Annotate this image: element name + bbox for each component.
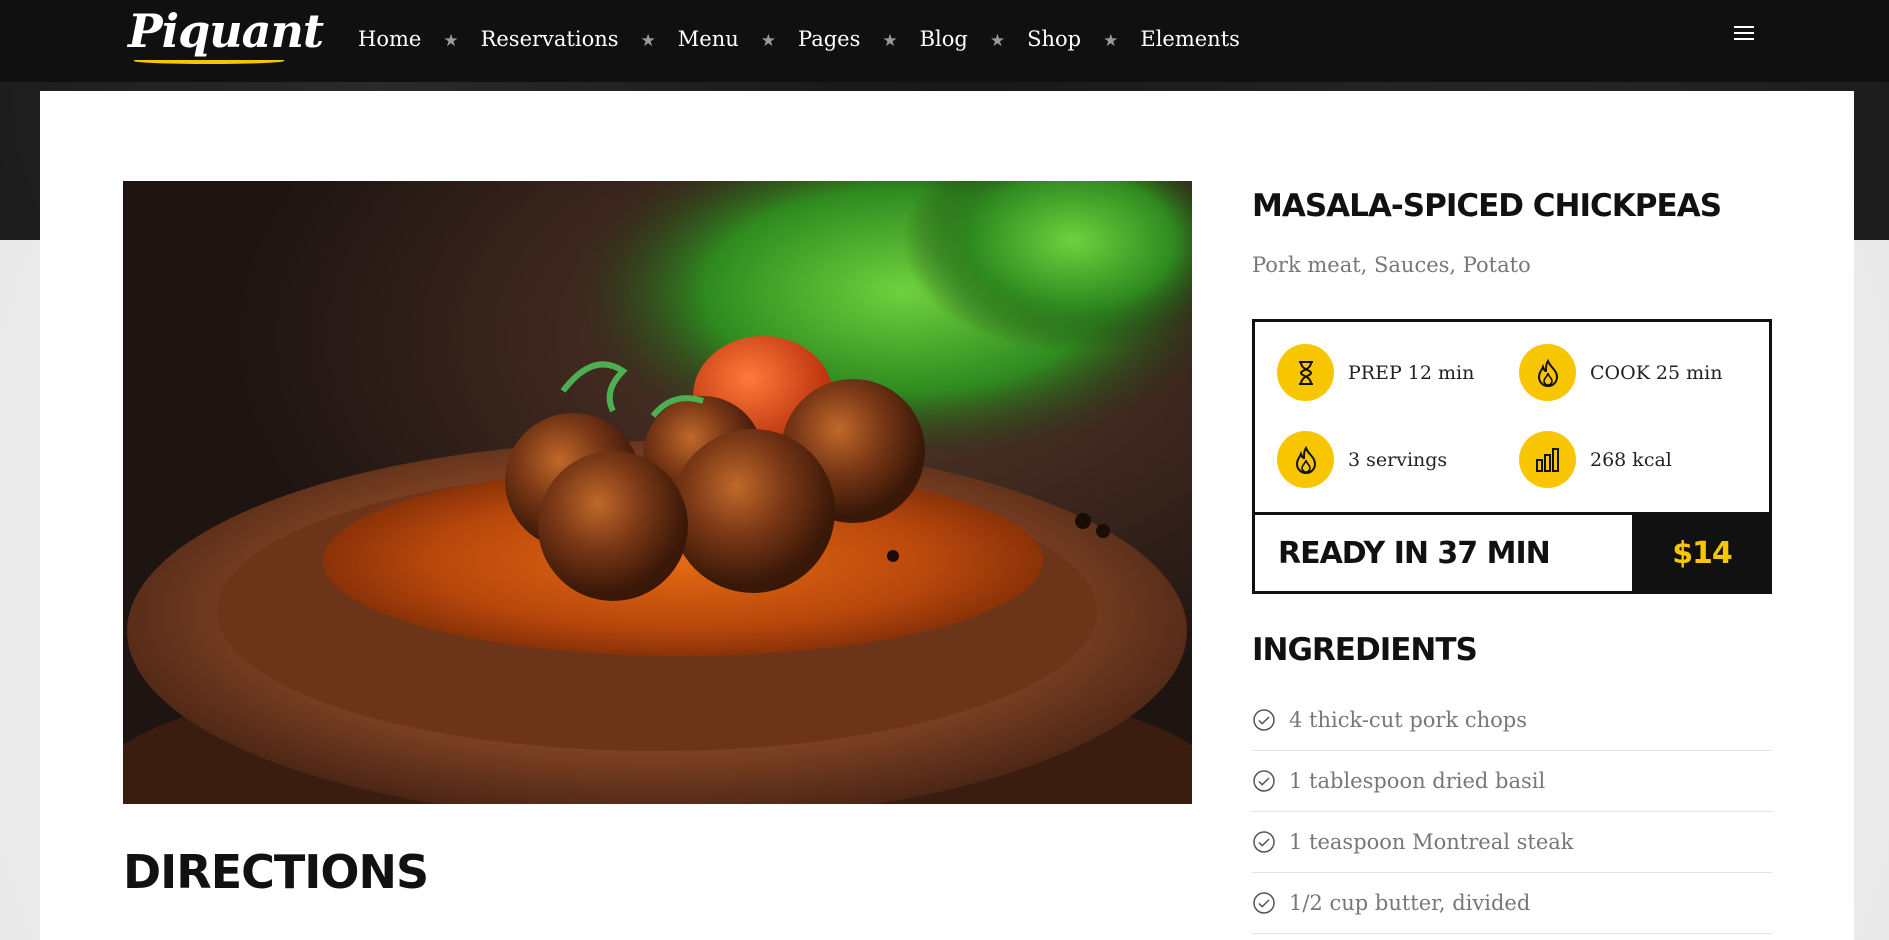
ingredients-list: 4 thick-cut pork chops 1 tablespoon drie…: [1252, 689, 1772, 934]
recipe-image: [123, 181, 1192, 804]
top-navigation-bar: Piquant Home ★ Reservations ★ Menu ★ Pag…: [0, 0, 1889, 82]
check-circle-icon: [1253, 708, 1275, 731]
site-logo[interactable]: Piquant: [128, 4, 324, 58]
check-circle-icon: [1253, 831, 1275, 853]
nav-item-reservations[interactable]: Reservations: [481, 27, 619, 51]
star-icon: ★: [1103, 31, 1119, 51]
ingredient-text: 1 tablespoon dried basil: [1289, 769, 1546, 793]
nav-item-shop[interactable]: Shop: [1027, 27, 1081, 51]
nav-item-elements[interactable]: Elements: [1140, 27, 1240, 51]
list-item: 1 teaspoon Montreal steak: [1252, 812, 1772, 873]
recipe-card: DIRECTIONS MASALA-SPICED CHICKPEAS Pork …: [40, 91, 1854, 940]
recipe-categories: Pork meat, Sauces, Potato: [1252, 253, 1531, 277]
ingredients-heading: INGREDIENTS: [1252, 632, 1478, 668]
main-nav: Home ★ Reservations ★ Menu ★ Pages ★ Blo…: [358, 22, 1240, 56]
stat-kcal: 268 kcal: [1519, 431, 1672, 488]
ingredient-text: 4 thick-cut pork chops: [1289, 707, 1528, 732]
list-item: 1/2 cup butter, divided: [1252, 873, 1772, 934]
logo-underline: [134, 58, 284, 64]
nav-item-pages[interactable]: Pages: [798, 27, 860, 51]
stat-prep: PREP 12 min: [1277, 344, 1474, 401]
stat-servings: 3 servings: [1277, 431, 1447, 488]
check-circle-icon: [1253, 770, 1275, 792]
stat-kcal-text: 268 kcal: [1590, 448, 1672, 471]
stat-cook: COOK 25 min: [1519, 344, 1722, 401]
bar-chart-icon: [1519, 431, 1576, 488]
stat-prep-text: PREP 12 min: [1348, 361, 1475, 384]
stat-servings-text: 3 servings: [1348, 448, 1448, 471]
hamburger-icon[interactable]: [1734, 26, 1756, 44]
price-badge: $14: [1632, 512, 1772, 594]
list-item: 4 thick-cut pork chops: [1252, 689, 1772, 751]
flame-icon: [1519, 344, 1576, 401]
stat-cook-text: COOK 25 min: [1590, 361, 1723, 384]
list-item: 1 tablespoon dried basil: [1252, 751, 1772, 812]
ready-in-label: READY IN 37 MIN: [1278, 536, 1551, 571]
star-icon: ★: [989, 31, 1006, 51]
nav-item-home[interactable]: Home: [358, 27, 421, 51]
ready-row: READY IN 37 MIN $14: [1255, 512, 1772, 594]
recipe-title: MASALA-SPICED CHICKPEAS: [1252, 188, 1722, 224]
recipe-info-box: PREP 12 min COOK 25 min 3 servings 268 k…: [1252, 319, 1772, 594]
star-icon: ★: [443, 31, 459, 51]
ingredient-text: 1 teaspoon Montreal steak: [1289, 830, 1574, 854]
ingredient-text: 1/2 cup butter, divided: [1289, 891, 1531, 915]
star-icon: ★: [882, 31, 898, 51]
directions-heading: DIRECTIONS: [123, 845, 429, 899]
check-circle-icon: [1253, 892, 1275, 914]
nav-item-blog[interactable]: Blog: [920, 27, 968, 51]
flame-icon: [1277, 431, 1334, 488]
star-icon: ★: [640, 31, 656, 51]
nav-item-menu[interactable]: Menu: [678, 27, 739, 51]
price-value: $14: [1672, 535, 1733, 571]
hourglass-icon: [1277, 344, 1334, 401]
star-icon: ★: [760, 31, 777, 51]
